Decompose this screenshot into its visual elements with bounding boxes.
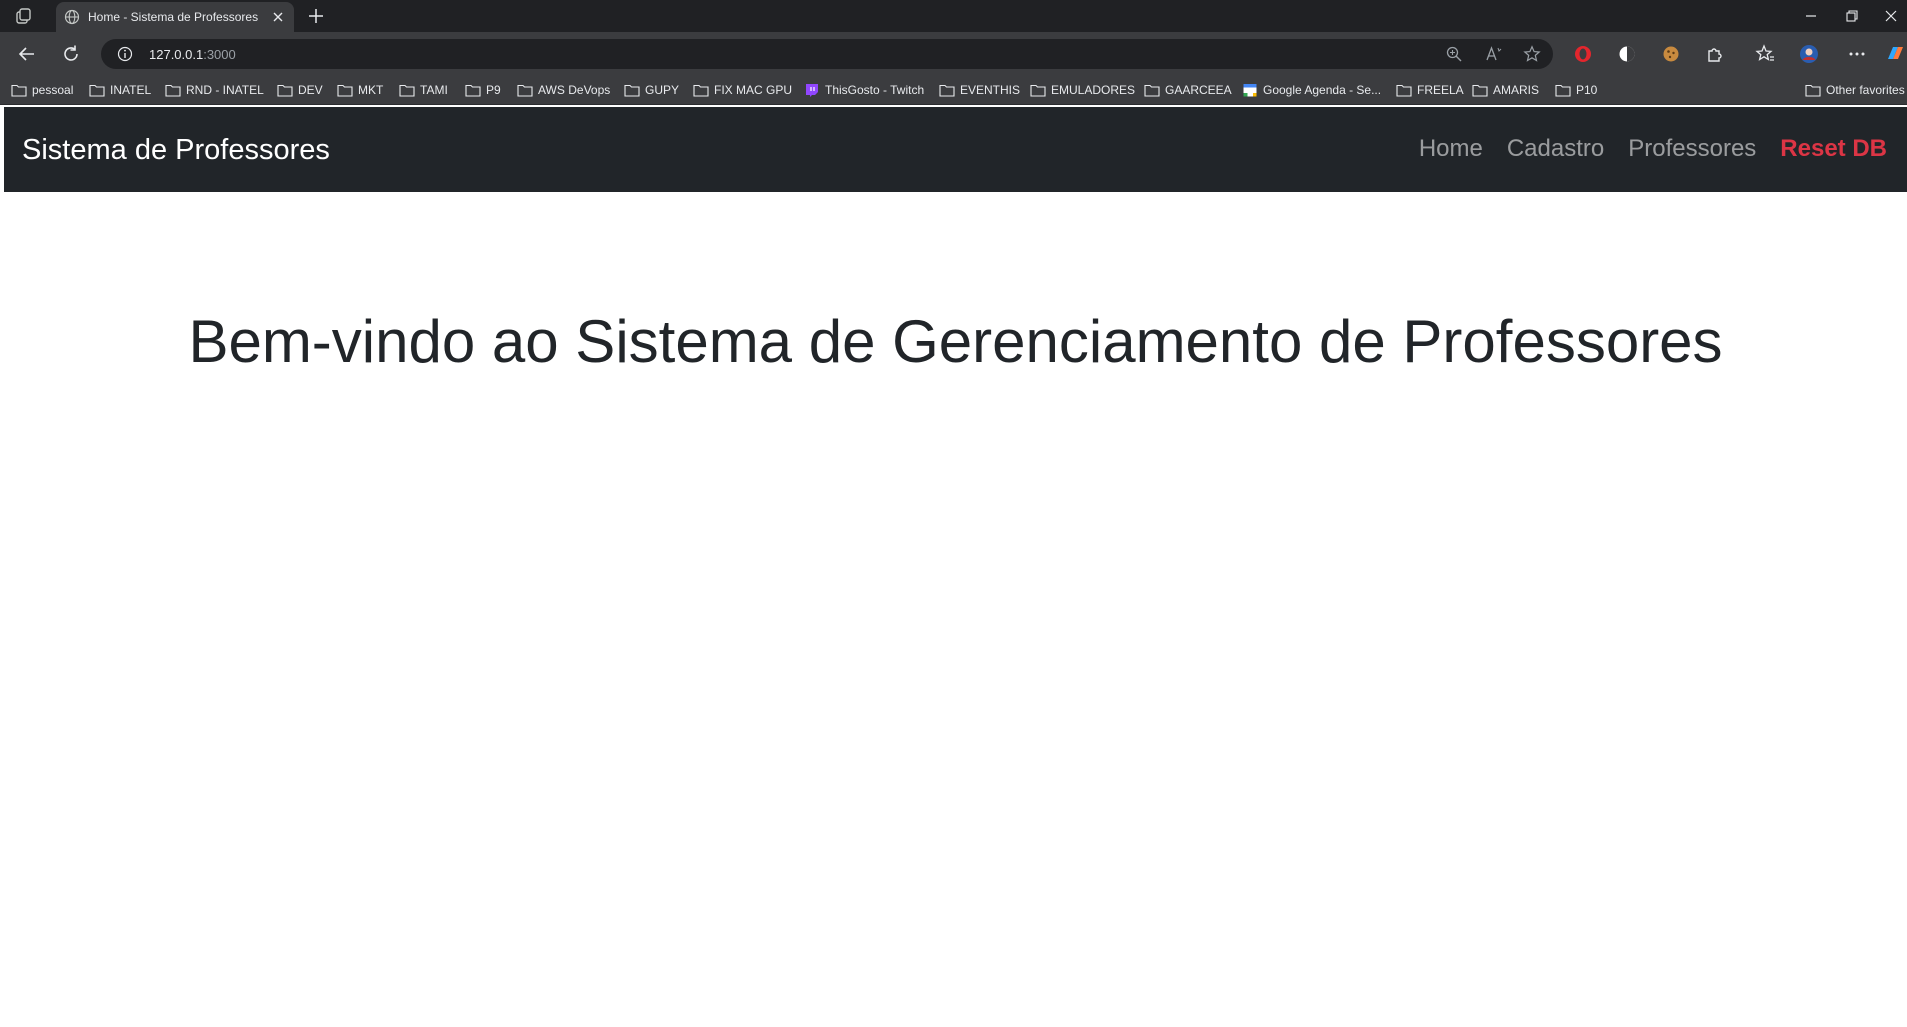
bookmark-label: pessoal bbox=[32, 83, 74, 97]
bookmark-thisgosto-twitch[interactable]: ThisGosto - Twitch bbox=[804, 82, 924, 98]
bookmark-inatel[interactable]: INATEL bbox=[89, 82, 151, 98]
bookmark-label: TAMI bbox=[420, 83, 448, 97]
bookmark-eventhis[interactable]: EVENTHIS bbox=[939, 82, 1020, 98]
bookmark-emuladores[interactable]: EMULADORES bbox=[1030, 82, 1135, 98]
copilot-icon[interactable] bbox=[1884, 43, 1906, 65]
bookmark-label: FREELA bbox=[1417, 83, 1464, 97]
favorite-star-icon[interactable] bbox=[1523, 45, 1541, 63]
bookmark-label: ThisGosto - Twitch bbox=[825, 83, 925, 97]
navbar-links: Home Cadastro Professores Reset DB bbox=[1419, 135, 1887, 163]
browser-tab-bar: Home - Sistema de Professores bbox=[0, 0, 1907, 32]
folder-icon bbox=[624, 84, 640, 97]
folder-icon bbox=[1144, 84, 1160, 97]
bookmark-mkt[interactable]: MKT bbox=[337, 82, 383, 98]
bookmark-label: GAARCEEA bbox=[1165, 83, 1232, 97]
bookmark-fix-mac-gpu[interactable]: FIX MAC GPU bbox=[693, 82, 792, 98]
more-options-icon[interactable] bbox=[1846, 43, 1868, 65]
site-info-icon[interactable] bbox=[117, 46, 133, 62]
folder-icon bbox=[1805, 84, 1821, 97]
bookmark-gupy[interactable]: GUPY bbox=[624, 82, 679, 98]
bookmark-other-favorites[interactable]: Other favorites bbox=[1805, 82, 1905, 98]
nav-link-professores[interactable]: Professores bbox=[1628, 135, 1756, 163]
folder-icon bbox=[1555, 84, 1571, 97]
reload-icon[interactable] bbox=[60, 43, 82, 65]
globe-icon bbox=[64, 9, 80, 25]
bookmark-tami[interactable]: TAMI bbox=[399, 82, 448, 98]
bookmark-gaarceea[interactable]: GAARCEEA bbox=[1144, 82, 1232, 98]
folder-icon bbox=[277, 84, 293, 97]
folder-icon bbox=[1030, 84, 1046, 97]
bookmark-label: RND - INATEL bbox=[186, 83, 264, 97]
bookmark-label: P10 bbox=[1576, 83, 1598, 97]
cookie-extension-icon[interactable] bbox=[1660, 43, 1682, 65]
folder-icon bbox=[1472, 84, 1488, 97]
bookmarks-bar: pessoal INATEL RND - INATEL DEV MKT TAMI… bbox=[0, 76, 1907, 105]
bookmark-label: AMARIS bbox=[1493, 83, 1540, 97]
bookmark-label: GUPY bbox=[645, 83, 680, 97]
nav-link-cadastro[interactable]: Cadastro bbox=[1507, 135, 1604, 163]
folder-icon bbox=[399, 84, 415, 97]
folder-icon bbox=[337, 84, 353, 97]
new-tab-icon[interactable] bbox=[306, 6, 326, 26]
zoom-icon[interactable] bbox=[1445, 45, 1463, 63]
bookmark-freela[interactable]: FREELA bbox=[1396, 82, 1464, 98]
bookmark-label: Google Agenda - Se... bbox=[1263, 83, 1382, 97]
bookmark-label: P9 bbox=[486, 83, 501, 97]
opera-extension-icon[interactable] bbox=[1572, 43, 1594, 65]
bookmark-pessoal[interactable]: pessoal bbox=[11, 82, 73, 98]
bookmark-aws-devops[interactable]: AWS DeVops bbox=[517, 82, 610, 98]
bookmark-label: FIX MAC GPU bbox=[714, 83, 793, 97]
bookmark-amaris[interactable]: AMARIS bbox=[1472, 82, 1539, 98]
folder-icon bbox=[517, 84, 533, 97]
minimize-icon[interactable] bbox=[1800, 6, 1822, 26]
bookmark-label: DEV bbox=[298, 83, 323, 97]
close-window-icon[interactable] bbox=[1880, 6, 1902, 26]
bookmark-p10[interactable]: P10 bbox=[1555, 82, 1597, 98]
address-bar[interactable]: 127.0.0.1:3000 bbox=[101, 39, 1553, 69]
url-host: 127.0.0.1 bbox=[149, 47, 204, 62]
folder-icon bbox=[89, 84, 105, 97]
bookmark-rnd-inatel[interactable]: RND - INATEL bbox=[165, 82, 264, 98]
read-aloud-icon[interactable] bbox=[1485, 45, 1503, 63]
folder-icon bbox=[11, 84, 27, 97]
folder-icon bbox=[465, 84, 481, 97]
bookmark-label: AWS DeVops bbox=[538, 83, 611, 97]
twitch-icon bbox=[806, 84, 818, 97]
bookmark-label: EMULADORES bbox=[1051, 83, 1136, 97]
extensions-puzzle-icon[interactable] bbox=[1704, 43, 1726, 65]
bookmark-label: INATEL bbox=[110, 83, 152, 97]
folder-icon bbox=[165, 84, 181, 97]
bookmark-dev[interactable]: DEV bbox=[277, 82, 323, 98]
url-port: :3000 bbox=[203, 47, 236, 62]
page-viewport: Sistema de Professores Home Cadastro Pro… bbox=[4, 107, 1907, 1027]
folder-icon bbox=[693, 84, 709, 97]
tab-title: Home - Sistema de Professores bbox=[88, 10, 259, 24]
bookmark-google-agenda[interactable]: Google Agenda - Se... bbox=[1242, 82, 1381, 98]
folder-icon bbox=[939, 84, 955, 97]
bookmark-label: EVENTHIS bbox=[960, 83, 1021, 97]
favorites-icon[interactable] bbox=[1754, 43, 1776, 65]
reset-db-link[interactable]: Reset DB bbox=[1780, 135, 1887, 163]
navbar-brand[interactable]: Sistema de Professores bbox=[22, 134, 330, 167]
welcome-heading: Bem-vindo ao Sistema de Gerenciamento de… bbox=[188, 308, 1723, 376]
browser-tab-active[interactable]: Home - Sistema de Professores bbox=[56, 2, 294, 32]
restore-icon[interactable] bbox=[1840, 6, 1862, 26]
browser-toolbar: 127.0.0.1:3000 bbox=[0, 32, 1907, 76]
folder-icon bbox=[1396, 84, 1412, 97]
nav-link-home[interactable]: Home bbox=[1419, 135, 1483, 163]
close-tab-icon[interactable] bbox=[270, 9, 286, 25]
profile-avatar-icon[interactable] bbox=[1798, 43, 1820, 65]
bookmark-label: Other favorites bbox=[1826, 83, 1905, 97]
calendar-icon bbox=[1243, 84, 1257, 97]
back-arrow-icon[interactable] bbox=[16, 43, 38, 65]
bookmark-p9[interactable]: P9 bbox=[465, 82, 501, 98]
tab-actions-icon[interactable] bbox=[14, 7, 34, 27]
bookmark-label: MKT bbox=[358, 83, 384, 97]
dark-reader-extension-icon[interactable] bbox=[1616, 43, 1638, 65]
url-text[interactable]: 127.0.0.1:3000 bbox=[149, 47, 236, 62]
site-navbar: Sistema de Professores Home Cadastro Pro… bbox=[4, 107, 1907, 192]
